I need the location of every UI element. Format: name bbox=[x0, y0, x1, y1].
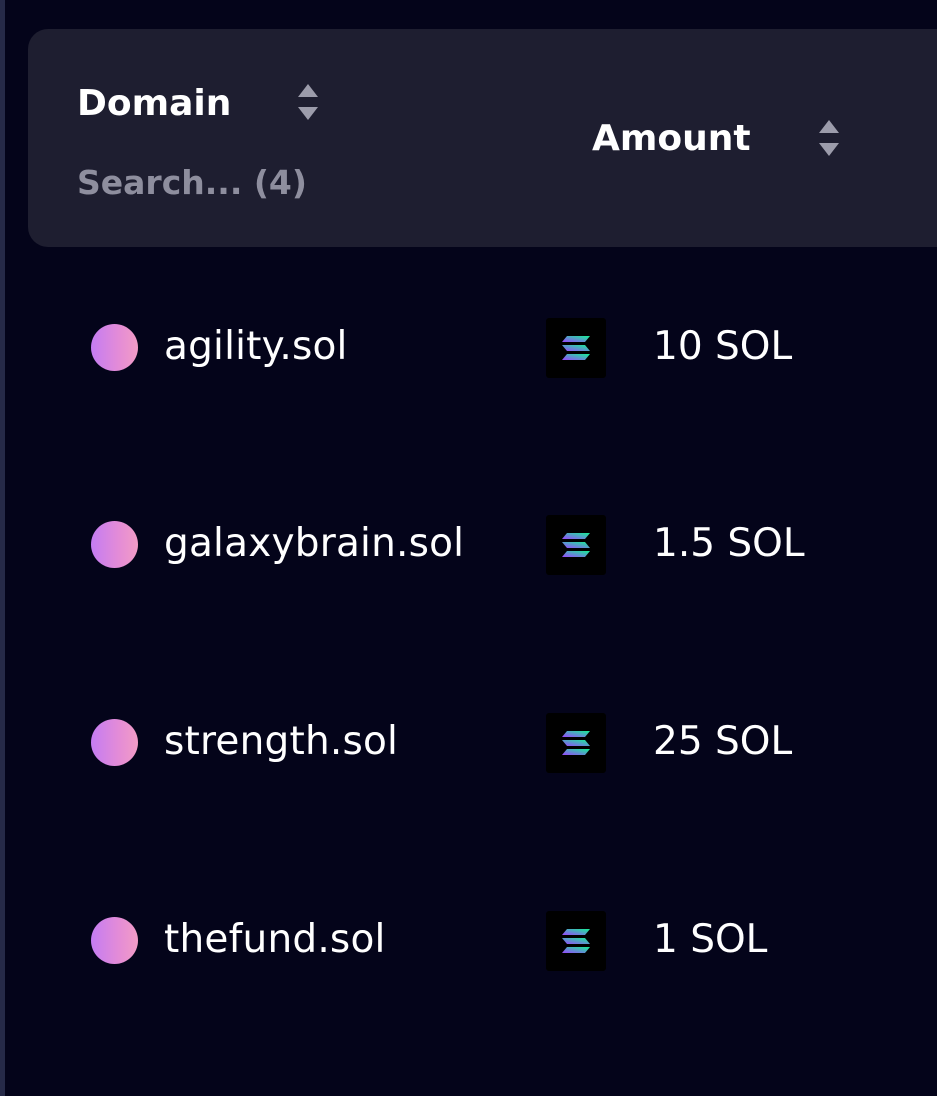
offer-amount: 10 SOL bbox=[653, 324, 793, 369]
table-row[interactable]: thefund.sol 1 SOL bbox=[0, 890, 937, 990]
domain-column-header[interactable]: Domain bbox=[77, 82, 231, 126]
table-row[interactable]: galaxybrain.sol 1.5 SOL bbox=[0, 494, 937, 594]
domain-column-title: Domain bbox=[77, 83, 232, 124]
domain-name[interactable]: thefund.sol bbox=[164, 914, 386, 966]
table-header bbox=[28, 29, 937, 247]
domain-search-input[interactable] bbox=[77, 162, 377, 202]
domain-name[interactable]: agility.sol bbox=[164, 321, 348, 373]
domain-name[interactable]: strength.sol bbox=[164, 716, 398, 768]
solana-icon bbox=[546, 713, 606, 773]
domain-avatar bbox=[91, 917, 138, 964]
solana-icon bbox=[546, 318, 606, 378]
amount-column-header[interactable]: Amount bbox=[592, 117, 751, 161]
offer-amount: 1.5 SOL bbox=[653, 521, 805, 566]
domain-avatar bbox=[91, 324, 138, 371]
offers-table-page: Domain Amount agility.sol bbox=[0, 0, 937, 1096]
amount-column-title: Amount bbox=[592, 118, 751, 159]
solana-icon bbox=[546, 911, 606, 971]
domain-avatar bbox=[91, 521, 138, 568]
domain-name[interactable]: galaxybrain.sol bbox=[164, 518, 464, 570]
amount-sort-icon[interactable] bbox=[818, 118, 840, 158]
domain-sort-icon[interactable] bbox=[297, 82, 319, 122]
offer-amount: 1 SOL bbox=[653, 917, 768, 962]
table-row[interactable]: strength.sol 25 SOL bbox=[0, 692, 937, 792]
solana-icon bbox=[546, 515, 606, 575]
sort-arrows-icon bbox=[819, 120, 839, 156]
offer-amount: 25 SOL bbox=[653, 719, 793, 764]
sort-arrows-icon bbox=[298, 84, 318, 120]
domain-avatar bbox=[91, 719, 138, 766]
table-row[interactable]: agility.sol 10 SOL bbox=[0, 297, 937, 397]
